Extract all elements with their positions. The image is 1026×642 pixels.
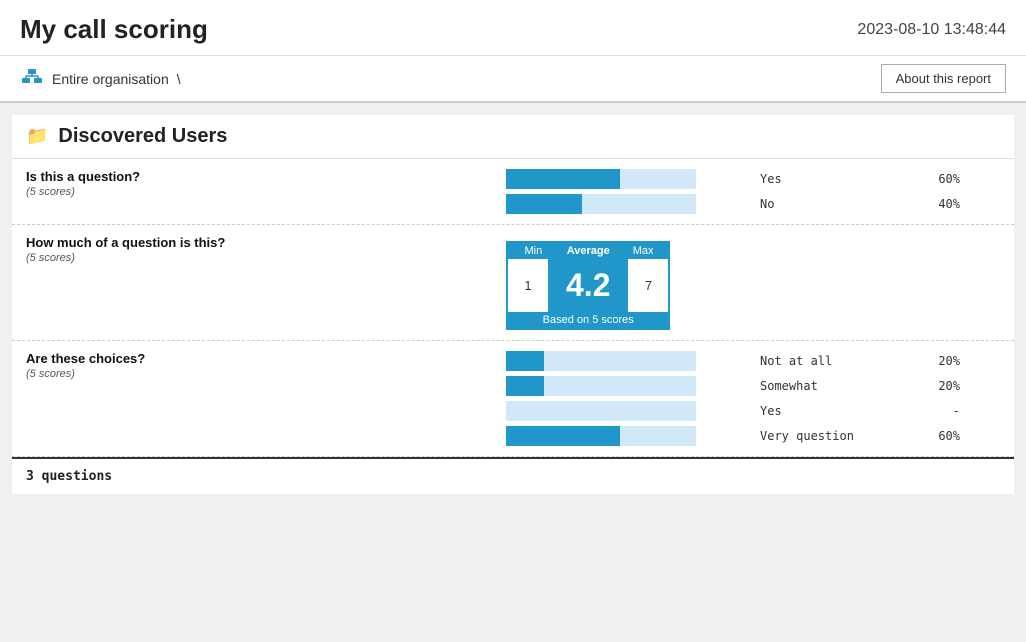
bar-area-q3: [506, 351, 750, 446]
summary-label: 3 questions: [26, 469, 112, 484]
avg-body-row: 1 4.2 7: [508, 259, 668, 312]
section-title: Discovered Users: [58, 125, 227, 148]
page-header: My call scoring 2023-08-10 13:48:44: [0, 0, 1026, 56]
label-pct-veryq: 60%: [920, 429, 960, 443]
label-row-veryq: Very question 60%: [760, 426, 1000, 446]
folder-icon: 📁: [26, 126, 48, 147]
label-text-yes-q3: Yes: [760, 404, 920, 418]
avg-widget: Min Average Max 1 4.2 7 Based on 5 score…: [506, 241, 670, 330]
bar-fill-somewhat: [506, 376, 544, 396]
bar-fill-notatall: [506, 351, 544, 371]
label-pct-yes-q3: -: [920, 404, 960, 418]
avg-avg-label: Average: [559, 243, 618, 259]
bar-track-veryq: [506, 426, 696, 446]
avg-widget-container: Min Average Max 1 4.2 7 Based on 5 score…: [506, 235, 670, 330]
bar-track-somewhat: [506, 376, 696, 396]
label-row-no: No 40%: [760, 194, 1000, 214]
question-label-q3: Are these choices?: [26, 351, 506, 366]
bar-row-notatall: [506, 351, 750, 371]
question-row-q2: How much of a question is this? (5 score…: [12, 225, 1014, 341]
bar-fill-no: [506, 194, 582, 214]
question-label-q1: Is this a question?: [26, 169, 506, 184]
subheader: Entire organisation \ About this report: [0, 56, 1026, 103]
page-title: My call scoring: [20, 14, 208, 45]
label-text-yes: Yes: [760, 172, 920, 186]
main-content: 📁 Discovered Users Is this a question? (…: [0, 115, 1026, 494]
question-row-q1: Is this a question? (5 scores) Yes: [12, 159, 1014, 225]
label-pct-notatall: 20%: [920, 354, 960, 368]
bar-row-yes-q3: [506, 401, 750, 421]
label-text-no: No: [760, 197, 920, 211]
discovered-users-section: 📁 Discovered Users Is this a question? (…: [12, 115, 1014, 494]
bar-row-no: [506, 194, 750, 214]
summary-row: 3 questions: [12, 457, 1014, 494]
bar-track-yes-q3: [506, 401, 696, 421]
label-row-somewhat: Somewhat 20%: [760, 376, 1000, 396]
avg-min-label: Min: [508, 243, 559, 259]
labels-area-q1: Yes 60% No 40%: [750, 169, 1000, 214]
label-row-notatall: Not at all 20%: [760, 351, 1000, 371]
label-text-notatall: Not at all: [760, 354, 920, 368]
avg-min-val: 1: [508, 270, 548, 301]
avg-max-label: Max: [618, 243, 669, 259]
avg-max-val: 7: [628, 270, 668, 301]
question-scores-q2: (5 scores): [26, 252, 506, 264]
bar-track-notatall: [506, 351, 696, 371]
labels-area-q3: Not at all 20% Somewhat 20% Yes - Very q…: [750, 351, 1000, 446]
breadcrumb-separator: \: [177, 71, 181, 87]
question-scores-q3: (5 scores): [26, 368, 506, 380]
question-scores-q1: (5 scores): [26, 186, 506, 198]
question-info-q2: How much of a question is this? (5 score…: [26, 235, 506, 264]
question-label-q2: How much of a question is this?: [26, 235, 506, 250]
org-label: Entire organisation: [52, 71, 169, 87]
bar-row-veryq: [506, 426, 750, 446]
bar-track-yes: [506, 169, 696, 189]
label-pct-no: 40%: [920, 197, 960, 211]
label-row-yes-q3-label: Yes -: [760, 401, 1000, 421]
bar-row-somewhat: [506, 376, 750, 396]
question-info-q1: Is this a question? (5 scores): [26, 169, 506, 198]
avg-header-row: Min Average Max: [508, 243, 668, 259]
label-text-somewhat: Somewhat: [760, 379, 920, 393]
bar-fill-yes: [506, 169, 620, 189]
bar-fill-veryq: [506, 426, 620, 446]
bar-area-q1: [506, 169, 750, 214]
question-info-q3: Are these choices? (5 scores): [26, 351, 506, 380]
org-breadcrumb: Entire organisation \: [20, 67, 181, 91]
label-pct-somewhat: 20%: [920, 379, 960, 393]
question-row-q3: Are these choices? (5 scores): [12, 341, 1014, 457]
avg-center-val: 4.2: [548, 259, 628, 312]
label-row-yes: Yes 60%: [760, 169, 1000, 189]
about-report-button[interactable]: About this report: [881, 64, 1006, 93]
label-text-veryq: Very question: [760, 429, 920, 443]
header-datetime: 2023-08-10 13:48:44: [857, 21, 1006, 39]
org-icon: [20, 67, 44, 91]
avg-footer: Based on 5 scores: [508, 312, 668, 328]
bar-row-yes: [506, 169, 750, 189]
bar-track-no: [506, 194, 696, 214]
label-pct-yes: 60%: [920, 172, 960, 186]
section-header: 📁 Discovered Users: [12, 115, 1014, 159]
